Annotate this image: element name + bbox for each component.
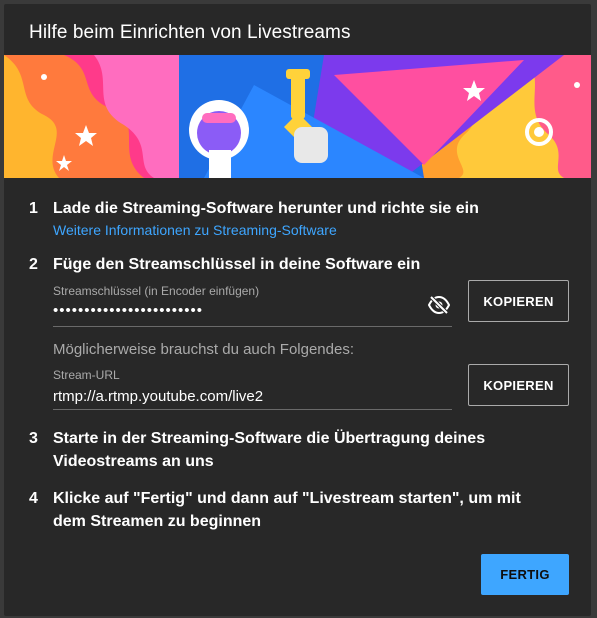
additional-info-hint: Möglicherweise brauchst du auch Folgende…: [53, 341, 355, 358]
stream-url-field[interactable]: rtmp://a.rtmp.youtube.com/live2: [53, 388, 263, 405]
step-1-number: 1: [29, 200, 38, 217]
step-3-line-2: Videostreams an uns: [53, 453, 214, 470]
step-4-text: Klicke auf "Fertig" und dann auf "Livest…: [53, 487, 521, 533]
done-button[interactable]: FERTIG: [481, 554, 569, 595]
step-4-line-1: Klicke auf "Fertig" und dann auf "Livest…: [53, 490, 521, 507]
streaming-software-info-link[interactable]: Weitere Informationen zu Streaming-Softw…: [53, 222, 337, 238]
step-2-number: 2: [29, 256, 38, 273]
step-3-line-1: Starte in der Streaming-Software die Übe…: [53, 430, 486, 447]
copy-stream-url-button[interactable]: KOPIEREN: [468, 364, 569, 406]
stream-key-label: Streamschlüssel (in Encoder einfügen): [53, 284, 260, 298]
step-3-number: 3: [29, 430, 38, 447]
stream-url-label: Stream-URL: [53, 368, 120, 382]
stream-key-field[interactable]: ••••••••••••••••••••••••: [53, 302, 203, 319]
stream-url-underline: [53, 409, 452, 410]
eye-off-icon[interactable]: [427, 295, 451, 315]
step-4-line-2: dem Streamen zu beginnen: [53, 513, 262, 530]
copy-stream-key-button[interactable]: KOPIEREN: [468, 280, 569, 322]
step-3-text: Starte in der Streaming-Software die Übe…: [53, 427, 485, 473]
step-4-number: 4: [29, 490, 38, 507]
setup-dialog: Hilfe beim Einrichten von Livestreams 1 …: [4, 4, 591, 616]
dialog-title: Hilfe beim Einrichten von Livestreams: [29, 22, 351, 43]
step-1-text: Lade die Streaming-Software herunter und…: [53, 200, 479, 217]
stream-key-underline: [53, 326, 452, 327]
illustration-banner: [4, 55, 591, 178]
step-2-text: Füge den Streamschlüssel in deine Softwa…: [53, 256, 421, 273]
